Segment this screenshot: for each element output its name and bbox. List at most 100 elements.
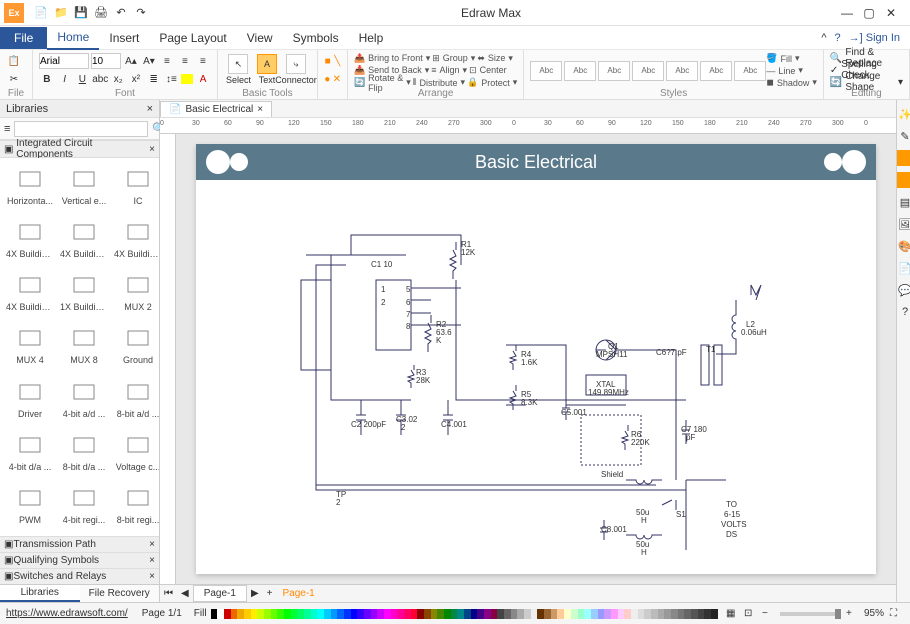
align-button[interactable]: ≡ Align▾: [431, 64, 467, 76]
color-swatch[interactable]: [257, 609, 264, 619]
color-swatch[interactable]: [344, 609, 351, 619]
qat-open-icon[interactable]: 📁: [52, 4, 70, 22]
color-swatch[interactable]: [624, 609, 631, 619]
qat-save-icon[interactable]: 💾: [72, 4, 90, 22]
color-swatch[interactable]: [531, 609, 538, 619]
maximize-button[interactable]: ▢: [862, 6, 876, 20]
color-swatch[interactable]: [277, 609, 284, 619]
page-icon[interactable]: ▤: [897, 194, 910, 210]
align-left-icon[interactable]: ≡: [159, 53, 175, 69]
color-swatch[interactable]: [598, 609, 605, 619]
subscript-icon[interactable]: x₂: [110, 71, 126, 87]
sidebar-tab-recovery[interactable]: File Recovery: [80, 585, 160, 602]
page-tab[interactable]: Page-1: [193, 585, 247, 602]
color-swatch[interactable]: [557, 609, 564, 619]
image-icon[interactable]: 🖼: [897, 216, 910, 232]
shrink-font-icon[interactable]: A▾: [141, 53, 157, 69]
shape-item[interactable]: Vertical e...: [58, 162, 110, 213]
shape-item[interactable]: 4X Buildin...: [4, 268, 56, 319]
color-swatch[interactable]: [237, 609, 244, 619]
color-swatch[interactable]: [551, 609, 558, 619]
qat-undo-icon[interactable]: ↶: [112, 4, 130, 22]
color-swatch[interactable]: [217, 609, 224, 619]
tab-symbols[interactable]: Symbols: [283, 27, 349, 49]
close-button[interactable]: ✕: [884, 6, 898, 20]
color-swatch[interactable]: [271, 609, 278, 619]
color-swatch[interactable]: [578, 609, 585, 619]
group-button[interactable]: ⊞ Group▾: [432, 52, 475, 64]
cut-icon[interactable]: ✂: [6, 71, 22, 87]
qat-new-icon[interactable]: 📄: [32, 4, 50, 22]
shadow-button[interactable]: ◼ Shadow▾: [766, 77, 817, 89]
sidebar-section-qualifying[interactable]: ▣ Qualifying Symbols×: [0, 552, 159, 568]
color-swatch[interactable]: [317, 609, 324, 619]
style-thumb[interactable]: Abc: [564, 61, 596, 81]
color-swatch[interactable]: [451, 609, 458, 619]
shape-item[interactable]: 8-bit regi...: [112, 481, 159, 532]
style-gallery[interactable]: AbcAbcAbcAbcAbcAbcAbc: [530, 61, 766, 81]
shape-item[interactable]: 4X Buildin...: [58, 215, 110, 266]
color-swatch[interactable]: [497, 609, 504, 619]
orange-square-icon[interactable]: [897, 150, 910, 166]
color-swatch[interactable]: [351, 609, 358, 619]
line-shape-icon[interactable]: ╲: [333, 53, 341, 69]
color-swatch[interactable]: [644, 609, 651, 619]
page[interactable]: Basic Electrical: [196, 144, 876, 574]
zoom-in-icon[interactable]: +: [846, 608, 858, 620]
color-swatch[interactable]: [584, 609, 591, 619]
color-swatch[interactable]: [684, 609, 691, 619]
wand-icon[interactable]: ✨: [897, 106, 910, 122]
underline-icon[interactable]: U: [74, 71, 90, 87]
color-swatch[interactable]: [491, 609, 498, 619]
color-swatch[interactable]: [658, 609, 665, 619]
size-button[interactable]: ⬌ Size▾: [477, 52, 513, 64]
align-center-icon[interactable]: ≡: [177, 53, 193, 69]
bullets-icon[interactable]: ≣: [146, 71, 162, 87]
color-swatch[interactable]: [324, 609, 331, 619]
color-swatch[interactable]: [618, 609, 625, 619]
color-swatch[interactable]: [404, 609, 411, 619]
minimize-button[interactable]: ―: [840, 6, 854, 20]
sidebar-section-ic[interactable]: ▣ Integrated Circuit Components ×: [0, 140, 159, 158]
tab-view[interactable]: View: [237, 27, 283, 49]
fullscreen-icon[interactable]: ⛶: [890, 608, 902, 620]
color-swatch[interactable]: [337, 609, 344, 619]
line-button[interactable]: — Line▾: [766, 65, 817, 77]
page-nav-first-icon[interactable]: ⏮: [160, 588, 177, 599]
add-page-icon[interactable]: +: [263, 588, 277, 599]
shape-item[interactable]: 8-bit a/d ...: [112, 375, 159, 426]
shape-item[interactable]: Horizonta...: [4, 162, 56, 213]
sidebar-tab-libraries[interactable]: Libraries: [0, 585, 80, 602]
color-swatch[interactable]: [264, 609, 271, 619]
distribute-button[interactable]: ⫴ Distribute▾: [413, 77, 465, 89]
tab-help[interactable]: Help: [349, 27, 394, 49]
help-icon[interactable]: ?: [897, 304, 910, 320]
color-swatch[interactable]: [377, 609, 384, 619]
shape-item[interactable]: 4-bit d/a ...: [4, 428, 56, 479]
color-swatch[interactable]: [691, 609, 698, 619]
grid-icon[interactable]: ▦: [726, 608, 738, 620]
shape-item[interactable]: 4-bit a/d ...: [58, 375, 110, 426]
fill-button[interactable]: 🪣 Fill▾: [766, 53, 817, 65]
color-swatch[interactable]: [524, 609, 531, 619]
font-color-icon[interactable]: A: [195, 71, 211, 87]
color-swatch[interactable]: [291, 609, 298, 619]
center-button[interactable]: ⊡ Center: [469, 64, 507, 76]
color-swatch[interactable]: [664, 609, 671, 619]
color-swatch[interactable]: [444, 609, 451, 619]
color-swatch[interactable]: [384, 609, 391, 619]
comment-icon[interactable]: 💬: [897, 282, 910, 298]
color-swatch[interactable]: [231, 609, 238, 619]
select-tool[interactable]: ↖Select: [224, 52, 253, 87]
color-swatch[interactable]: [638, 609, 645, 619]
color-swatch[interactable]: [671, 609, 678, 619]
canvas[interactable]: Basic Electrical: [176, 134, 896, 584]
color-swatch[interactable]: [704, 609, 711, 619]
tab-page-layout[interactable]: Page Layout: [149, 27, 236, 49]
align-right-icon[interactable]: ≡: [195, 53, 211, 69]
line-spacing-icon[interactable]: ↕≡: [164, 71, 180, 87]
color-swatch[interactable]: [564, 609, 571, 619]
color-swatch[interactable]: [464, 609, 471, 619]
highlight-icon[interactable]: [181, 74, 193, 84]
shape-item[interactable]: Voltage c...: [112, 428, 159, 479]
